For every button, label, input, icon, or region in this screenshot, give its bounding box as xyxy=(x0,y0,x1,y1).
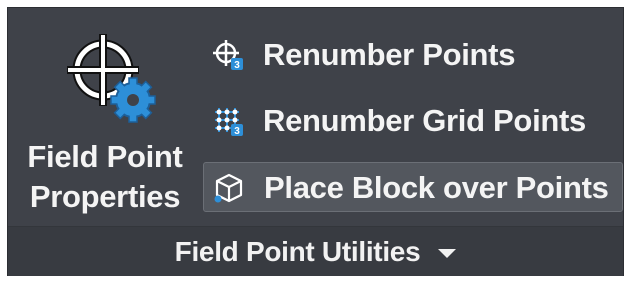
renumber-points-button[interactable]: 3 Renumber Points xyxy=(203,30,623,80)
renumber-points-label: Renumber Points xyxy=(263,37,516,72)
ribbon-panel-footer[interactable]: Field Point Utilities xyxy=(8,226,623,276)
renumber-grid-points-button[interactable]: 3 Renumber Grid Points xyxy=(203,96,623,146)
chevron-down-icon[interactable] xyxy=(438,249,457,258)
place-block-over-points-button[interactable]: Place Block over Points xyxy=(203,162,623,212)
panel-title-bar[interactable]: Field Point Utilities xyxy=(8,227,623,276)
ribbon-panel-field-point-utilities: Field Point Properties 3 Renumber Points xyxy=(7,7,624,276)
svg-text:3: 3 xyxy=(234,126,240,137)
field-point-properties-button[interactable]: Field Point Properties xyxy=(16,22,194,222)
field-point-properties-label-line1: Field Point xyxy=(27,139,183,174)
crosshair-gear-icon xyxy=(67,34,156,123)
field-point-properties-label-line2: Properties xyxy=(29,179,181,214)
field-point-properties-label: Field Point Properties xyxy=(16,137,194,217)
svg-text:3: 3 xyxy=(234,60,240,71)
grid-points-renumber-icon: 3 xyxy=(215,108,243,137)
renumber-grid-points-label: Renumber Grid Points xyxy=(263,103,586,138)
screenshot-frame: Field Point Properties 3 Renumber Points xyxy=(0,0,631,283)
panel-title: Field Point Utilities xyxy=(174,236,421,267)
place-block-over-points-label: Place Block over Points xyxy=(264,170,609,205)
crosshair-renumber-icon: 3 xyxy=(213,40,243,71)
block-cube-icon xyxy=(214,173,243,203)
